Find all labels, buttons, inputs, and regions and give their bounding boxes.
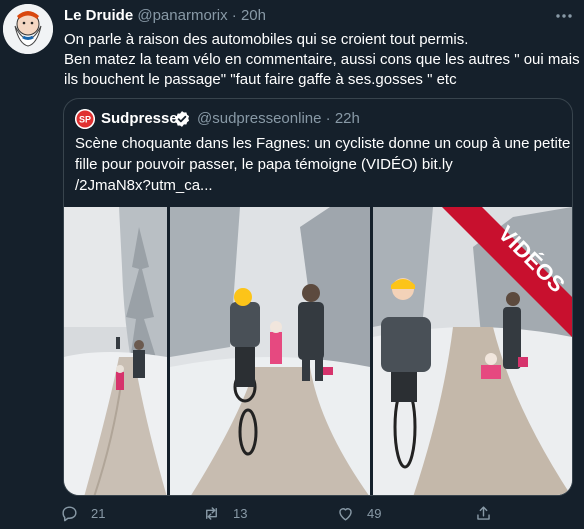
media-photo-3[interactable]: VIDÉOS [373, 207, 572, 495]
retweet-button[interactable]: 13 [202, 502, 247, 524]
quoted-tweet-text: Scène choquante dans les Fagnes: un cycl… [75, 133, 571, 196]
quoted-text-line: /2JmaN8x?utm_ca... [75, 177, 213, 194]
tweet-header: Le Druide @panarmorix · 20h [64, 6, 564, 26]
quoted-text-line: Scène choquante dans les Fagnes: un cycl… [75, 135, 571, 152]
retweet-icon [206, 506, 217, 520]
more-horizontal-icon[interactable] [554, 6, 574, 26]
tweet-actions: 21 13 49 [60, 502, 570, 526]
retweet-count: 13 [233, 505, 248, 521]
reply-count: 21 [91, 505, 106, 521]
author-avatar[interactable] [3, 4, 53, 54]
media-photo-1[interactable] [64, 207, 167, 495]
quoted-timestamp[interactable]: 22h [335, 110, 360, 127]
verified-badge-icon [173, 110, 191, 128]
media-photo-2[interactable] [170, 207, 370, 495]
quoted-author-handle[interactable]: @sudpresseonline [197, 110, 321, 127]
tweet-text-line: Ben matez la team vélo en commentaire, a… [64, 51, 580, 68]
quoted-author-avatar[interactable]: SP [75, 109, 95, 129]
tweet-text-line: ils bouchent le passage" "faut faire gaf… [64, 71, 457, 88]
quoted-separator: · [325, 110, 331, 127]
heart-icon [339, 507, 352, 521]
like-count: 49 [367, 505, 382, 521]
quoted-media[interactable]: VIDÉOS [64, 207, 572, 495]
share-icon [477, 505, 490, 520]
tweet[interactable]: Le Druide @panarmorix · 20h On parle à r… [0, 0, 584, 529]
author-handle[interactable]: @panarmorix [137, 7, 227, 24]
like-button[interactable]: 49 [336, 502, 381, 524]
share-button[interactable] [474, 502, 493, 524]
tweet-text: On parle à raison des automobiles qui se… [64, 30, 580, 90]
tweet-text-line: On parle à raison des automobiles qui se… [64, 31, 469, 48]
quoted-author-meta: @sudpresseonline · 22h [197, 108, 360, 130]
videos-banner: VIDÉOS [442, 207, 572, 337]
quoted-text-line: fille pour pouvoir passer, le papa témoi… [75, 156, 453, 173]
tweet-timestamp[interactable]: 20h [241, 7, 266, 24]
quoted-tweet[interactable]: SP Sudpresse @sudpresseonline · 22h Scèn… [63, 98, 573, 496]
quoted-author-name[interactable]: Sudpresse [101, 108, 178, 130]
reply-button[interactable]: 21 [60, 502, 105, 524]
author-name[interactable]: Le Druide [64, 7, 133, 24]
reply-icon [62, 505, 77, 521]
quoted-logo-text: SP [79, 115, 91, 125]
header-separator: · [231, 7, 237, 24]
